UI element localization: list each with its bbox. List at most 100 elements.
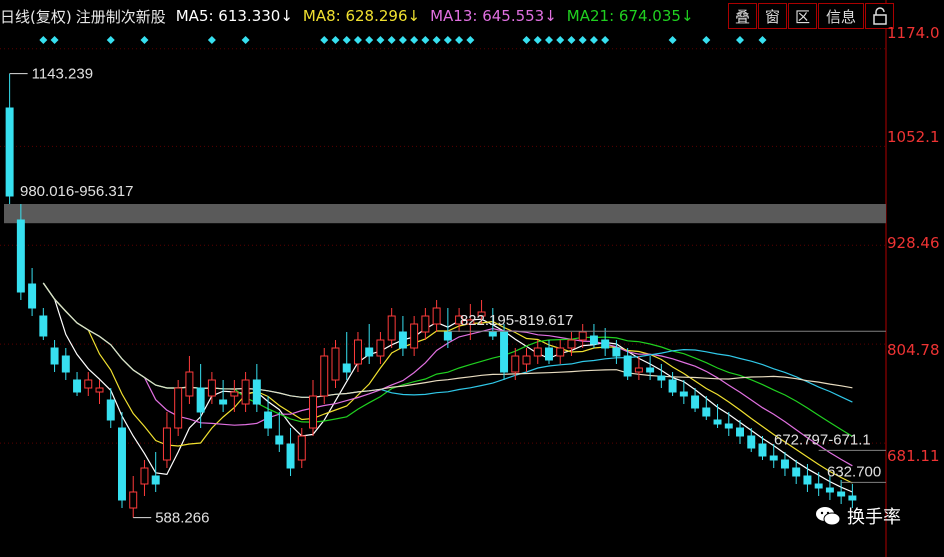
candle-body-72 — [814, 483, 823, 489]
candle-body-4 — [50, 347, 59, 365]
candle-body-15 — [174, 387, 183, 429]
signal-diamond-36 — [410, 36, 419, 44]
candle-body-29 — [331, 347, 340, 381]
candle-body-75 — [848, 495, 857, 501]
candle-body-52 — [589, 335, 598, 345]
signal-diamond-18 — [207, 36, 216, 44]
candle-body-10 — [118, 427, 126, 501]
ma21-label: MA21: 674.035↓ — [566, 7, 694, 25]
candle-body-37 — [421, 315, 430, 333]
low-label: 588.266 — [155, 510, 209, 527]
candle-body-48 — [545, 347, 553, 361]
candle-body-47 — [533, 347, 542, 357]
gap-band — [4, 204, 886, 224]
signal-diamond-67 — [758, 36, 767, 44]
lock-icon — [872, 7, 887, 25]
y-label-2: 1052.1 — [887, 128, 940, 146]
signal-diamond-9 — [106, 36, 115, 44]
candle-body-39 — [443, 331, 452, 341]
header-bar: 日线(复权) 注册制次新股 MA5: 613.330↓ MA8: 628.296… — [0, 3, 698, 29]
signal-diamond-31 — [353, 36, 362, 44]
candle-body-16 — [185, 371, 194, 397]
signal-diamond-47 — [533, 36, 542, 44]
candle-body-61 — [691, 395, 700, 409]
gap2-label: 822.195-819.617 — [460, 312, 573, 329]
signal-diamond-48 — [544, 36, 553, 44]
candle-body-44 — [500, 331, 509, 373]
y-label-3: 928.46 — [887, 234, 940, 252]
candle-body-64 — [724, 423, 733, 429]
signal-diamond-51 — [578, 36, 587, 44]
signal-diamond-62 — [702, 36, 711, 44]
candle-body-3 — [39, 315, 48, 337]
chart-title: 日线(复权) — [0, 7, 72, 26]
candle-body-74 — [837, 491, 846, 497]
toolbar-buttons: 叠 窗 区 信息 — [728, 3, 895, 29]
candle-body-27 — [309, 395, 317, 429]
candle-body-5 — [61, 355, 70, 373]
candle-body-69 — [780, 459, 789, 469]
ma5-label: MA5: 613.330↓ — [175, 7, 293, 25]
signal-diamond-46 — [522, 36, 531, 44]
signal-diamond-4 — [50, 36, 59, 44]
signal-diamond-12 — [140, 36, 149, 44]
ma21-line — [42, 282, 853, 437]
candle-body-46 — [522, 355, 531, 365]
candle-body-28 — [320, 355, 329, 397]
candle-body-7 — [84, 379, 93, 389]
candle-body-30 — [342, 363, 351, 373]
candle-body-59 — [668, 379, 677, 393]
range-button[interactable]: 区 — [788, 3, 817, 29]
candle-body-35 — [398, 331, 407, 349]
candle-body-25 — [286, 443, 295, 469]
candle-body-49 — [556, 347, 565, 357]
signal-diamond-40 — [455, 36, 464, 44]
stock-name: 注册制次新股 — [75, 7, 166, 26]
candle-body-53 — [601, 339, 610, 349]
candle-body-71 — [803, 475, 812, 485]
wechat-icon — [816, 507, 841, 526]
signal-diamond-34 — [387, 36, 396, 44]
candle-body-34 — [387, 315, 396, 341]
candle-body-58 — [657, 375, 666, 381]
candle-body-70 — [792, 467, 801, 477]
candle-body-31 — [353, 339, 362, 365]
signal-diamond-37 — [421, 36, 430, 44]
candle-body-6 — [73, 379, 82, 393]
candle-body-50 — [567, 339, 576, 349]
high-label: 1143.239 — [32, 66, 93, 83]
signal-diamond-3 — [39, 36, 48, 44]
candle-body-9 — [106, 399, 115, 421]
overlay-button[interactable]: 叠 — [728, 3, 757, 29]
watermark-text: 换手率 — [847, 507, 901, 528]
signal-diamond-32 — [365, 36, 374, 44]
window-button[interactable]: 窗 — [758, 3, 787, 29]
candle-body-1 — [16, 219, 25, 293]
signal-diamond-52 — [589, 36, 598, 44]
y-label-5: 681.11 — [887, 447, 940, 465]
signal-diamond-41 — [466, 36, 475, 44]
signal-diamond-59 — [668, 36, 677, 44]
candle-body-68 — [769, 455, 778, 461]
candle-body-45 — [511, 355, 520, 373]
candle-body-51 — [578, 331, 587, 341]
candle-body-73 — [825, 487, 834, 493]
candle-body-54 — [612, 347, 621, 357]
kline-chart[interactable]: 1143.239 588.266 980.016-956.317 822.195-81… — [0, 0, 944, 557]
info-button[interactable]: 信息 — [818, 3, 864, 29]
candle-body-8 — [95, 387, 104, 393]
gap1-label: 980.016-956.317 — [20, 183, 133, 200]
signal-diamond-33 — [376, 36, 385, 44]
candle-body-63 — [713, 419, 722, 425]
candle-body-65 — [736, 427, 744, 437]
signal-diamond-28 — [320, 36, 329, 44]
signal-diamond-35 — [398, 36, 407, 44]
candle-body-32 — [365, 347, 374, 357]
ma13-label: MA13: 645.553↓ — [430, 7, 557, 25]
signal-diamond-21 — [241, 36, 250, 44]
y-label-1: 1174.0 — [887, 24, 940, 42]
candle-body-24 — [275, 435, 284, 445]
candle-body-66 — [747, 435, 756, 449]
gap3-label: 672.797-671.1 — [774, 431, 871, 448]
candle-body-11 — [129, 491, 138, 509]
